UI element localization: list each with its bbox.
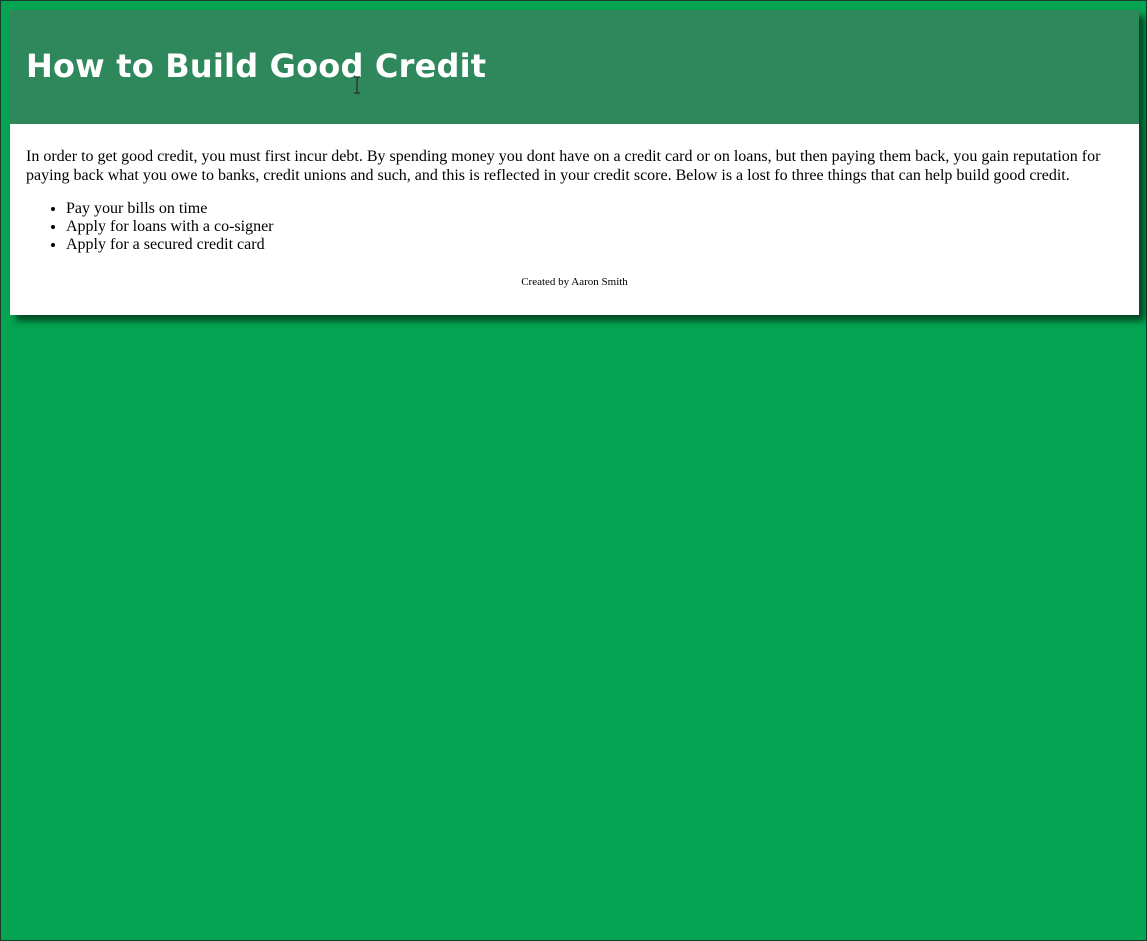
text-cursor-icon <box>354 76 360 94</box>
tips-list: Pay your bills on time Apply for loans w… <box>26 200 1123 254</box>
page-background: { "header": { "title": "How to Build Goo… <box>0 0 1147 941</box>
intro-paragraph: In order to get good credit, you must fi… <box>26 148 1101 184</box>
page-header: How to Build Good Credit <box>10 10 1139 124</box>
page-title: How to Build Good Credit <box>26 47 487 85</box>
author-credit: Created by Aaron Smith <box>521 276 628 288</box>
content-card: How to Build Good Credit In order to get… <box>10 10 1139 315</box>
list-item: Apply for a secured credit card <box>66 236 1123 254</box>
list-item: Apply for loans with a co-signer <box>66 218 1123 236</box>
list-item: Pay your bills on time <box>66 200 1123 218</box>
article-body: In order to get good credit, you must fi… <box>10 124 1139 315</box>
